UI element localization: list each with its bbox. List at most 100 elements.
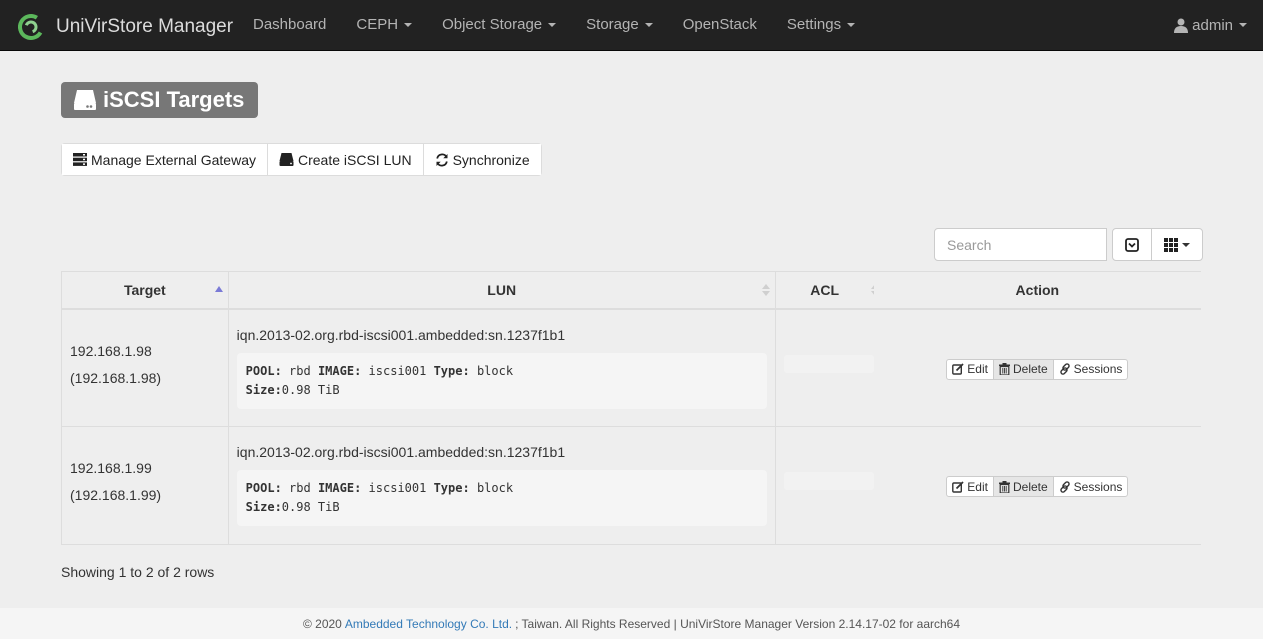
edit-icon <box>952 480 964 493</box>
nav-ceph[interactable]: CEPH <box>341 0 427 50</box>
nav-storage[interactable]: Storage <box>571 0 668 50</box>
columns-dropdown-button[interactable] <box>1151 229 1202 260</box>
user-icon <box>1174 18 1189 33</box>
toggle-view-button[interactable] <box>1113 229 1151 260</box>
caret-down-icon <box>847 23 856 27</box>
button-label: Sessions <box>1073 479 1123 494</box>
trash-icon <box>998 480 1010 493</box>
size-label: Size: <box>245 382 282 397</box>
nav-label: Storage <box>586 16 639 33</box>
manage-external-gateway-button[interactable]: Manage External Gateway <box>62 144 268 175</box>
target-cell: 192.168.1.99 (192.168.1.99) <box>61 426 229 545</box>
target-cell: 192.168.1.98 (192.168.1.98) <box>61 308 229 427</box>
nav-label: Object Storage <box>442 16 543 33</box>
button-label: Delete <box>1012 479 1048 494</box>
brand[interactable]: UniVirStore Manager <box>16 12 233 42</box>
sessions-button[interactable]: Sessions <box>1054 477 1128 496</box>
pagination-info: Showing 1 to 2 of 2 rows <box>61 564 215 580</box>
nav-settings[interactable]: Settings <box>772 0 870 50</box>
image-label: IMAGE: <box>317 363 362 378</box>
pool-label: POOL: <box>245 363 282 378</box>
nav-dashboard[interactable]: Dashboard <box>238 0 341 50</box>
nav-openstack[interactable]: OpenStack <box>668 0 772 50</box>
brand-name: UniVirStore Manager <box>56 16 234 37</box>
hdd-icon <box>74 90 96 110</box>
table-tools <box>1112 228 1203 261</box>
nav-label: CEPH <box>356 16 399 33</box>
toggle-icon <box>1125 237 1139 252</box>
footer-company-link[interactable]: Ambedded Technology Co. Ltd. <box>345 617 512 631</box>
column-label: ACL <box>810 281 840 298</box>
caret-down-icon <box>644 23 653 27</box>
sessions-button[interactable]: Sessions <box>1054 360 1128 379</box>
lun-iqn: iqn.2013-02.org.rbd-iscsi001.ambedded:sn… <box>236 444 566 460</box>
size-value: 0.98 TiB <box>281 500 340 514</box>
synchronize-button[interactable]: Synchronize <box>423 144 541 175</box>
table-header-row: Target LUN ACL Action <box>61 271 1201 310</box>
action-cell: Edit Delete Sessions <box>873 426 1201 545</box>
column-label: Target <box>123 281 166 298</box>
button-label: Delete <box>1012 362 1048 376</box>
sort-asc-icon <box>214 286 223 292</box>
user-name: admin <box>1192 16 1233 34</box>
pool-value: rbd <box>289 363 311 378</box>
footer: © 2020 Ambedded Technology Co. Ltd. ; Ta… <box>0 608 1263 639</box>
column-label: LUN <box>487 281 517 298</box>
column-header-target[interactable]: Target <box>61 271 229 310</box>
target-ip-paren: (192.168.1.99) <box>70 487 162 503</box>
trash-icon <box>998 363 1010 375</box>
size-label: Size: <box>245 500 282 514</box>
caret-down-icon <box>1239 23 1247 27</box>
nav-object-storage[interactable]: Object Storage <box>427 0 571 50</box>
refresh-icon <box>435 153 448 166</box>
lun-cell: iqn.2013-02.org.rbd-iscsi001.ambedded:sn… <box>227 308 776 427</box>
univirstore-logo-icon <box>18 13 44 40</box>
type-value: block <box>476 363 514 378</box>
create-iscsi-lun-button[interactable]: Create iSCSI LUN <box>267 144 424 175</box>
edit-button[interactable]: Edit <box>947 477 994 496</box>
caret-down-icon <box>1182 242 1190 247</box>
nav-label: Settings <box>786 16 842 33</box>
target-ip-paren: (192.168.1.98) <box>70 369 162 386</box>
pool-label: POOL: <box>245 481 282 495</box>
button-label: Edit <box>967 362 988 376</box>
table-row: 192.168.1.98 (192.168.1.98) iqn.2013-02.… <box>61 308 1201 427</box>
page-title: iSCSI Targets <box>61 82 259 118</box>
acl-cell <box>774 308 874 427</box>
nav-label: OpenStack <box>682 16 757 33</box>
type-label: Type: <box>433 481 470 495</box>
button-label: Sessions <box>1073 362 1123 376</box>
footer-text: ; Taiwan. All Rights Reserved | UniVirSt… <box>515 616 961 631</box>
acl-placeholder <box>783 472 874 490</box>
hdd-icon <box>279 153 294 166</box>
column-header-acl[interactable]: ACL <box>774 271 879 310</box>
column-header-lun[interactable]: LUN <box>227 271 776 310</box>
nav-label: Dashboard <box>253 16 327 33</box>
user-menu[interactable]: admin <box>1174 0 1247 50</box>
delete-button[interactable]: Delete <box>993 359 1054 379</box>
acl-cell <box>774 426 874 545</box>
edit-icon <box>952 363 964 375</box>
action-cell: Edit Delete Sessions <box>873 308 1201 427</box>
lun-iqn: iqn.2013-02.org.rbd-iscsi001.ambedded:sn… <box>236 326 566 343</box>
target-ip: 192.168.1.99 <box>70 460 152 476</box>
grid-icon <box>1164 237 1178 252</box>
main-nav: Dashboard CEPH Object Storage Storage Op… <box>238 0 870 50</box>
edit-button[interactable]: Edit <box>947 359 994 379</box>
column-label: Action <box>1015 281 1060 298</box>
sort-both-icon <box>761 284 770 296</box>
image-label: IMAGE: <box>317 481 362 495</box>
lun-details: POOL: rbd IMAGE: iscsi001 Type: block Si… <box>236 352 767 409</box>
button-label: Synchronize <box>452 151 530 168</box>
link-icon <box>1059 363 1070 375</box>
iscsi-targets-table: Target LUN ACL Action 192.168.1.98 (192.… <box>61 271 1201 545</box>
image-value: iscsi001 <box>368 481 427 495</box>
type-label: Type: <box>433 363 470 378</box>
row-actions: Edit Delete Sessions <box>946 476 1129 497</box>
target-actions-toolbar: Manage External Gateway Create iSCSI LUN… <box>61 143 542 176</box>
search-input[interactable] <box>934 228 1107 261</box>
delete-button[interactable]: Delete <box>993 477 1054 496</box>
footer-copyright: © 2020 <box>302 616 342 631</box>
row-actions: Edit Delete Sessions <box>946 358 1129 380</box>
link-icon <box>1059 480 1070 493</box>
